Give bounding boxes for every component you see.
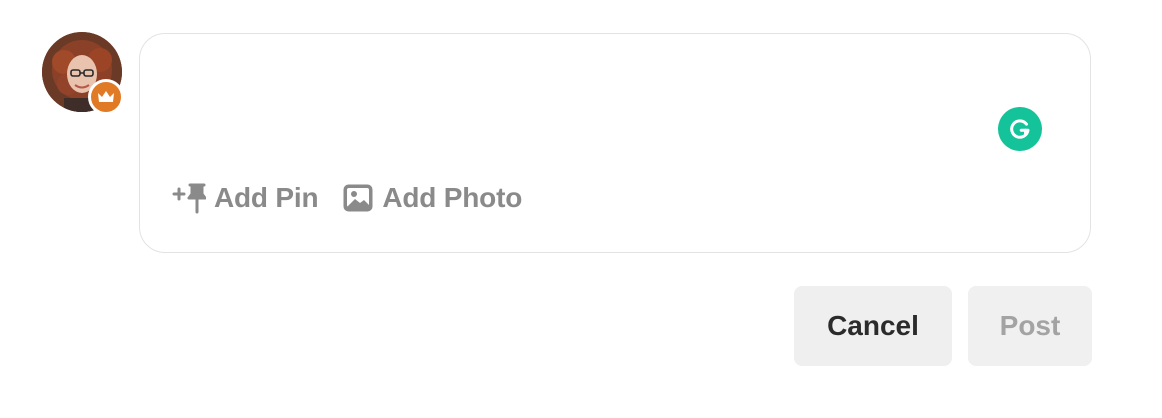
add-photo-button[interactable]: Add Photo [342,182,522,214]
add-pin-button[interactable]: Add Pin [172,182,319,214]
post-button[interactable]: Post [968,286,1092,366]
add-pin-label: Add Pin [214,182,319,213]
grammarly-button[interactable] [998,107,1042,151]
comment-input[interactable] [170,58,990,168]
image-icon [342,183,374,213]
comment-composer: Add Pin Add Photo [139,33,1091,253]
grammarly-icon [1010,119,1030,139]
comment-composer-panel: Add Pin Add Photo Cancel Post [0,0,1162,418]
crown-badge [88,79,124,115]
crown-icon [98,91,114,102]
add-photo-label: Add Photo [382,182,523,213]
cancel-button[interactable]: Cancel [794,286,952,366]
add-pin-icon [172,182,206,214]
composer-toolbar: Add Pin Add Photo [172,182,522,214]
